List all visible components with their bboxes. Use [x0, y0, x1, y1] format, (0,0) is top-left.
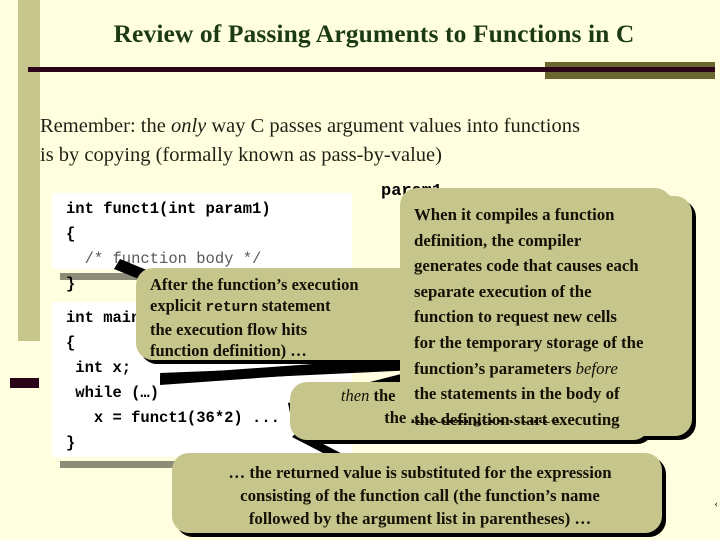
callout-line: separate execution of the [414, 281, 592, 301]
after-execution-callout: After the function’s execution explicit … [136, 268, 436, 360]
callout-line: function definition) … [150, 341, 307, 360]
edge-mark: ‹ [714, 498, 718, 510]
callout-line: for the temporary storage of the [414, 332, 644, 352]
callout-line: consisting of the function call (the fun… [240, 486, 600, 505]
callout-emphasis-before: before [575, 358, 618, 378]
callout-line: When it compiles a function [414, 205, 615, 224]
page-title: Review of Passing Arguments to Functions… [113, 19, 635, 48]
callout-text: explicit [150, 296, 206, 315]
intro-paragraph: Remember: the only way C passes argument… [40, 112, 700, 170]
callout-keyword-return: return [205, 300, 258, 316]
callout-emphasis-then: then [340, 386, 370, 405]
code-line: { [66, 225, 76, 243]
sidebar-accent-bar [18, 0, 40, 341]
callout-line: followed by the argument list in parenth… [248, 509, 592, 528]
callout-line: generates code that causes each [414, 256, 639, 276]
callout-line: function to request new cells [414, 307, 617, 327]
callout-line: function’s parameters before [414, 356, 664, 382]
callout-line: definition, the compiler [414, 230, 582, 250]
callout-line: … the returned value is substituted for … [228, 463, 612, 482]
callout-line: explicit return statement [150, 295, 426, 319]
code-line: int funct1(int param1) [66, 200, 271, 218]
callout-text: statement [257, 296, 331, 315]
callout-line: the statements in the body of [414, 384, 620, 404]
intro-line2: is by copying (formally known as pass-by… [40, 144, 442, 166]
callout-line: After the function’s execution [150, 275, 359, 294]
callout-text: function’s parameters [414, 358, 576, 378]
intro-line1-part-b: way C passes argument values into functi… [206, 115, 580, 137]
intro-line1-part-a: Remember: the [40, 115, 171, 137]
returned-value-callout: … the returned value is substituted for … [172, 453, 662, 533]
callout-line: the execution flow hits [150, 320, 308, 339]
intro-emphasis-only: only [170, 115, 207, 137]
slide-canvas: Review of Passing Arguments to Functions… [0, 0, 720, 540]
title-rule-maroon [28, 67, 715, 72]
sidebar-maroon-dash [10, 378, 39, 388]
compiler-callout: When it compiles a function definition, … [400, 188, 672, 429]
callout-line: the definition start executing [414, 409, 620, 429]
